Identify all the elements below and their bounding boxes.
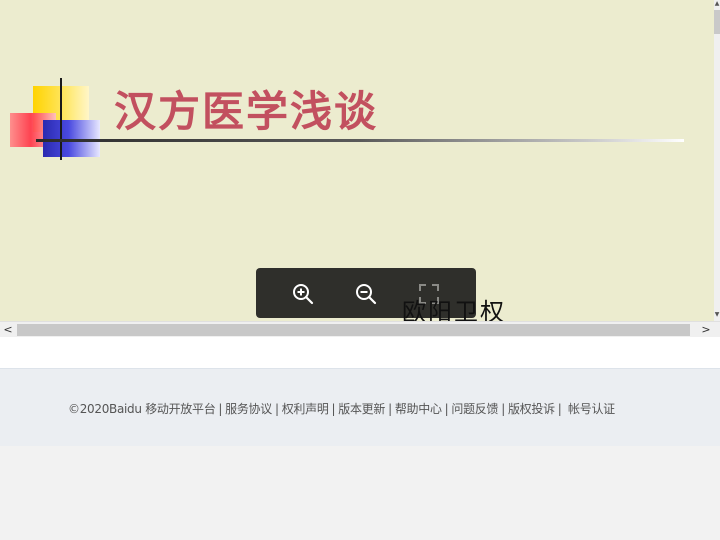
footer-separator: | — [274, 402, 279, 416]
slide-title: 汉方医学浅谈 — [114, 87, 379, 136]
decor-vertical-line — [60, 78, 62, 160]
footer-separator: | — [331, 402, 336, 416]
footer-separator: | — [557, 402, 562, 416]
footer-link-copyright-complaint[interactable]: 版权投诉 — [508, 402, 555, 416]
footer: ©2020Baidu 移动开放平台 | 服务协议 | 权利声明 | 版本更新 | 帮助中心 | 问题… — [0, 368, 720, 446]
copyright: ©2020Baidu — [68, 402, 142, 416]
spacer-band — [0, 337, 720, 368]
scroll-left-icon[interactable]: < — [0, 322, 16, 338]
footer-link-rights-statement[interactable]: 权利声明 — [282, 402, 329, 416]
author-watermark: 欧阳卫权 — [402, 298, 506, 321]
zoom-in-button[interactable] — [291, 282, 315, 306]
zoom-out-icon — [356, 284, 377, 305]
footer-link-open-platform[interactable]: 移动开放平台 — [145, 402, 216, 416]
horizontal-scroll-thumb[interactable] — [17, 324, 690, 336]
footer-link-help-center[interactable]: 帮助中心 — [395, 402, 442, 416]
zoom-out-button[interactable] — [354, 282, 378, 306]
footer-separator: | — [388, 402, 392, 416]
footer-separator: | — [444, 402, 449, 416]
footer-link-feedback[interactable]: 问题反馈 — [451, 402, 498, 416]
footer-link-account-verification[interactable]: 帐号认证 — [568, 402, 615, 416]
footer-links: ©2020Baidu 移动开放平台 | 服务协议 | 权利声明 | 版本更新 | 帮助中心 | 问题… — [68, 400, 615, 417]
scroll-up-icon[interactable]: ▲ — [714, 0, 720, 8]
zoom-in-icon — [293, 284, 314, 305]
scroll-right-icon[interactable]: > — [698, 322, 714, 338]
footer-separator: | — [501, 402, 505, 416]
vertical-scrollbar[interactable]: ▲ ▼ — [714, 0, 720, 321]
footer-link-service-agreement[interactable]: 服务协议 — [225, 402, 272, 416]
footer-link-version-update[interactable]: 版本更新 — [338, 402, 385, 416]
title-underline — [36, 139, 684, 142]
page: 汉方医学浅谈 欧阳卫权 ▲ ▼ < > ©2020Baidu 移动开放平台 | … — [0, 0, 720, 540]
vertical-scroll-thumb[interactable] — [714, 10, 720, 34]
scroll-down-icon[interactable]: ▼ — [714, 311, 720, 319]
horizontal-scrollbar[interactable]: < > — [0, 321, 720, 337]
footer-separator: | — [218, 402, 223, 416]
slide-viewer: 汉方医学浅谈 欧阳卫权 — [0, 0, 714, 321]
